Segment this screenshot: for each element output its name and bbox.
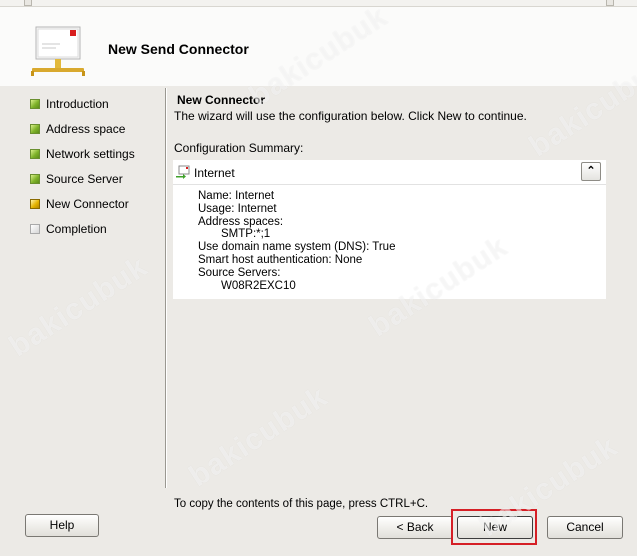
step-label: Completion	[46, 222, 107, 236]
step-label: Introduction	[46, 97, 109, 111]
step-status-icon	[30, 149, 40, 159]
cancel-button[interactable]: Cancel	[547, 516, 623, 539]
summary-title: Internet	[194, 166, 235, 180]
copy-hint: To copy the contents of this page, press…	[174, 498, 429, 510]
configuration-summary-panel: Internet ⌃ Name: Internet Usage: Internet…	[173, 160, 606, 299]
back-button[interactable]: < Back	[377, 516, 453, 539]
wizard-step-list: Introduction Address space Network setting…	[30, 96, 160, 246]
summary-line: Use domain name system (DNS): True	[198, 241, 396, 254]
step-status-icon	[30, 99, 40, 109]
summary-header: Internet ⌃	[173, 160, 606, 185]
wizard-step-new-connector: New Connector	[30, 196, 160, 221]
connector-icon	[176, 165, 190, 179]
new-button[interactable]: New	[457, 516, 533, 539]
step-status-icon	[30, 174, 40, 184]
wizard-step-completion: Completion	[30, 221, 160, 246]
wizard-title: New Send Connector	[108, 41, 249, 57]
send-connector-wizard-icon	[31, 26, 85, 76]
wizard-step-address-space: Address space	[30, 121, 160, 146]
summary-label: Configuration Summary:	[174, 141, 304, 155]
summary-line: SMTP:*;1	[221, 228, 271, 241]
step-status-icon	[30, 224, 40, 234]
double-chevron-up-icon: ⌃	[586, 165, 596, 177]
summary-line: Smart host authentication: None	[198, 253, 363, 266]
step-label: Network settings	[46, 147, 135, 161]
summary-details: Name: Internet Usage: Internet Address spa…	[198, 190, 395, 292]
step-label: Address space	[46, 122, 126, 136]
summary-line: Name: Internet	[198, 190, 275, 202]
watermark: bakicubuk	[3, 249, 154, 364]
collapse-button[interactable]: ⌃	[581, 162, 601, 181]
help-button[interactable]: Help	[25, 514, 99, 537]
step-label: New Connector	[46, 197, 129, 211]
page-description: The wizard will use the configuration be…	[174, 109, 527, 123]
summary-line: Usage: Internet	[198, 202, 277, 215]
wizard-step-source-server: Source Server	[30, 171, 160, 196]
watermark: bakicubuk	[183, 379, 334, 494]
header-banner: New Send Connector	[0, 0, 637, 86]
summary-line: W08R2EXC10	[221, 279, 296, 292]
step-status-icon	[30, 124, 40, 134]
summary-line: Source Servers:	[198, 266, 281, 279]
top-edge	[0, 0, 637, 7]
summary-line: Address spaces:	[198, 215, 284, 228]
wizard-step-network-settings: Network settings	[30, 146, 160, 171]
step-status-icon	[30, 199, 40, 209]
nav-divider	[165, 88, 166, 488]
step-label: Source Server	[46, 172, 123, 186]
page-heading: New Connector	[177, 93, 266, 107]
wizard-step-introduction: Introduction	[30, 96, 160, 121]
